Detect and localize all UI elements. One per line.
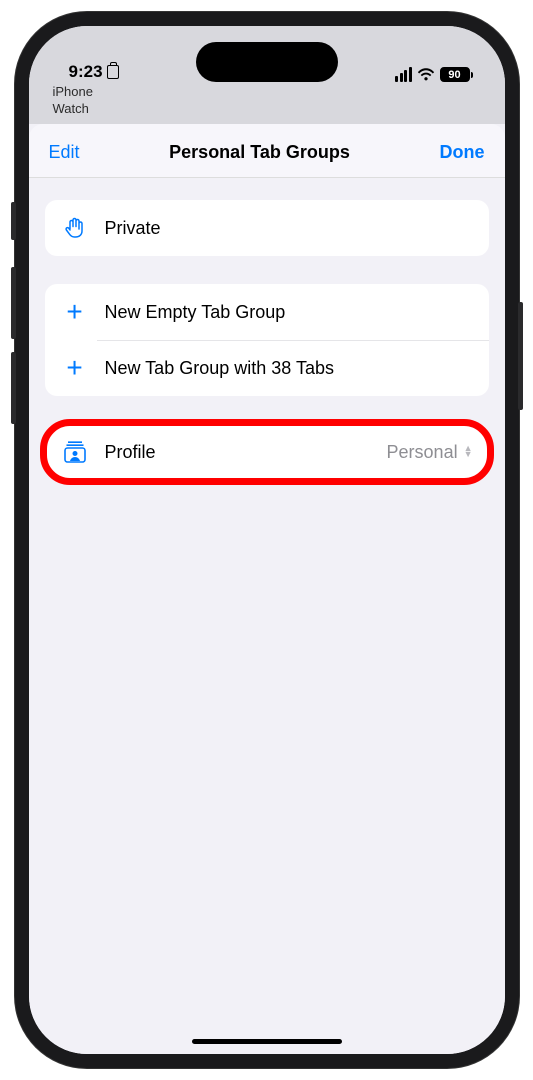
profile-value: Personal (387, 442, 458, 463)
background-peek: iPhone Watch (29, 84, 505, 124)
new-empty-label: New Empty Tab Group (105, 302, 473, 323)
status-time: 9:23 (69, 62, 103, 82)
bg-text-line2: Watch (53, 101, 481, 118)
plus-icon: + (61, 354, 89, 382)
volume-up-button (11, 267, 16, 339)
profile-group: Profile Personal ▲▼ (45, 424, 489, 480)
profile-icon (61, 438, 89, 466)
profile-value-container: Personal ▲▼ (387, 442, 473, 463)
bg-text-line1: iPhone (53, 84, 481, 101)
edit-button[interactable]: Edit (49, 142, 80, 163)
phone-frame: 9:23 90 iPhone Watch Edi (15, 12, 519, 1068)
screen: 9:23 90 iPhone Watch Edi (29, 26, 505, 1054)
mute-switch (11, 202, 16, 240)
profile-highlight: Profile Personal ▲▼ (45, 424, 489, 480)
lock-orientation-icon (107, 65, 119, 79)
profile-row[interactable]: Profile Personal ▲▼ (45, 424, 489, 480)
plus-icon: + (61, 298, 89, 326)
done-button[interactable]: Done (439, 142, 484, 163)
new-empty-tab-group-row[interactable]: + New Empty Tab Group (45, 284, 489, 340)
tab-groups-sheet: Edit Personal Tab Groups Done Private (29, 124, 505, 1054)
new-with-tabs-label: New Tab Group with 38 Tabs (105, 358, 473, 379)
sheet-content: Private + New Empty Tab Group + New Tab … (29, 200, 505, 480)
wifi-icon (417, 68, 435, 82)
private-label: Private (105, 218, 473, 239)
dynamic-island (196, 42, 338, 82)
profile-label: Profile (105, 442, 371, 463)
battery-indicator: 90 (440, 67, 473, 82)
battery-level: 90 (440, 67, 470, 82)
new-tab-group-actions: + New Empty Tab Group + New Tab Group wi… (45, 284, 489, 396)
home-indicator[interactable] (192, 1039, 342, 1044)
power-button (518, 302, 523, 410)
private-group: Private (45, 200, 489, 256)
cellular-signal-icon (395, 67, 412, 82)
volume-down-button (11, 352, 16, 424)
chevron-updown-icon: ▲▼ (464, 446, 473, 458)
sheet-title: Personal Tab Groups (169, 142, 350, 163)
new-tab-group-with-tabs-row[interactable]: + New Tab Group with 38 Tabs (45, 340, 489, 396)
hand-privacy-icon (61, 214, 89, 242)
private-row[interactable]: Private (45, 200, 489, 256)
sheet-header: Edit Personal Tab Groups Done (29, 124, 505, 178)
